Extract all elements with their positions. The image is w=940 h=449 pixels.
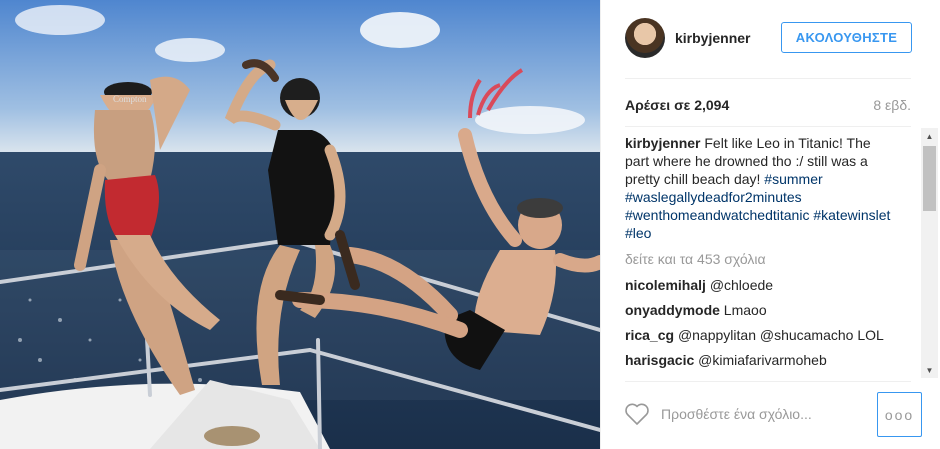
hashtag-link[interactable]: #leo [625, 225, 651, 241]
view-more-comments[interactable]: δείτε και τα 453 σχόλια [625, 250, 893, 268]
post-details-panel: kirbyjenner ΑΚΟΛΟΥΘΗΣΤΕ Αρέσει σε 2,094 … [600, 0, 940, 449]
comments-list: kirbyjenner Felt like Leo in Titanic! Th… [625, 134, 893, 378]
post-header: kirbyjenner ΑΚΟΛΟΥΘΗΣΤΕ [601, 0, 940, 78]
hashtag-link[interactable]: #katewinslet [813, 207, 890, 223]
photo-scene: Compton [0, 0, 600, 449]
comment-username[interactable]: nicolemihalj [625, 277, 706, 293]
hashtag-link[interactable]: #summer [764, 171, 822, 187]
comment-username[interactable]: rica_cg [625, 327, 674, 343]
scroll-down-icon[interactable]: ▼ [921, 362, 938, 378]
scroll-up-icon[interactable]: ▲ [921, 128, 938, 144]
more-options-button[interactable]: ooo [877, 392, 922, 437]
hat-text: Compton [113, 94, 147, 104]
likes-divider [625, 126, 911, 127]
hashtag-link[interactable]: #waslegallydeadfor2minutes [625, 189, 802, 205]
likes-count[interactable]: Αρέσει σε 2,094 [625, 97, 729, 113]
comment-text: @kimiafarivarmoheb [698, 352, 827, 368]
list-item: onyaddymode Lmaoo [625, 301, 893, 319]
list-item: rica_cg @nappylitan @shucamacho LOL [625, 326, 893, 344]
follow-button[interactable]: ΑΚΟΛΟΥΘΗΣΤΕ [781, 22, 912, 53]
comment-text: Lmaoo [723, 302, 767, 318]
post-photo[interactable]: Compton [0, 0, 600, 449]
actions-divider [625, 381, 911, 382]
avatar[interactable] [625, 18, 665, 58]
comment-text: @chloede [709, 277, 774, 293]
caption: kirbyjenner Felt like Leo in Titanic! Th… [625, 134, 893, 242]
list-item: nicolemihalj @chloede [625, 276, 893, 294]
scroll-thumb[interactable] [923, 146, 936, 211]
comment-username[interactable]: harisgacic [625, 352, 694, 368]
username-link[interactable]: kirbyjenner [675, 30, 750, 46]
heart-icon[interactable] [624, 402, 650, 426]
comment-username[interactable]: onyaddymode [625, 302, 720, 318]
comment-input[interactable] [661, 402, 861, 426]
post-time[interactable]: 8 εβδ. [873, 97, 911, 113]
caption-username[interactable]: kirbyjenner [625, 135, 700, 151]
list-item: harisgacic @kimiafarivarmoheb [625, 351, 893, 369]
hashtag-link[interactable]: #wenthomeandwatchedtitanic [625, 207, 809, 223]
header-divider [625, 78, 911, 79]
comments-scrollbar[interactable]: ▲ ▼ [921, 128, 938, 378]
comment-text: @nappylitan @shucamacho LOL [677, 327, 884, 343]
